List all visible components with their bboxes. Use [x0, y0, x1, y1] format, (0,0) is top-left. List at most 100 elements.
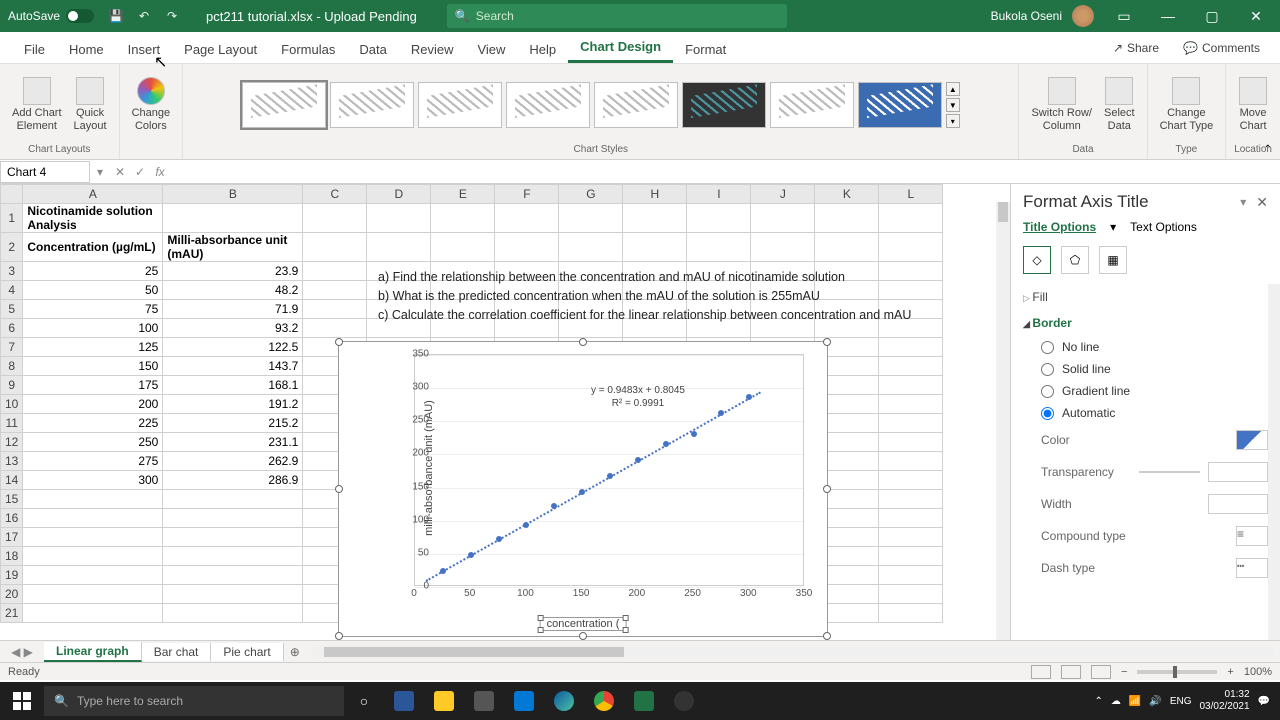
chart-style-3[interactable] — [418, 82, 502, 128]
undo-icon[interactable]: ↶ — [134, 6, 154, 26]
confirm-icon[interactable]: ✓ — [130, 165, 150, 179]
title-options-tab[interactable]: Title Options — [1023, 220, 1096, 234]
onedrive-icon[interactable]: ☁ — [1111, 696, 1121, 707]
maximize-button[interactable]: ▢ — [1192, 0, 1232, 32]
tab-data[interactable]: Data — [347, 36, 398, 63]
resize-handle-nw[interactable] — [335, 338, 343, 346]
chart-style-6[interactable] — [682, 82, 766, 128]
tab-home[interactable]: Home — [57, 36, 116, 63]
styles-scroll-up[interactable]: ▲ — [946, 82, 960, 96]
zoom-level[interactable]: 100% — [1244, 666, 1272, 678]
explorer-icon[interactable] — [424, 682, 464, 720]
close-button[interactable]: ✕ — [1236, 0, 1276, 32]
text-options-tab[interactable]: Text Options — [1130, 220, 1197, 234]
search-box[interactable]: 🔍 — [447, 4, 787, 28]
no-line-radio[interactable]: No line — [1023, 336, 1268, 358]
chart-style-4[interactable] — [506, 82, 590, 128]
sheet-tab-pie[interactable]: Pie chart — [211, 643, 283, 661]
dash-dropdown[interactable]: ┅ — [1236, 558, 1268, 578]
compound-type-row[interactable]: Compound type≡ — [1023, 520, 1268, 552]
name-box[interactable] — [0, 161, 90, 183]
edge-icon[interactable] — [544, 682, 584, 720]
tab-formulas[interactable]: Formulas — [269, 36, 347, 63]
xlabel-handle[interactable] — [622, 627, 628, 633]
cortana-icon[interactable]: ○ — [344, 682, 384, 720]
fx-icon[interactable]: fx — [150, 165, 170, 179]
tab-insert[interactable]: Insert — [116, 36, 173, 63]
xlabel-handle[interactable] — [622, 615, 628, 621]
filename[interactable]: pct211 tutorial.xlsx - Upload Pending — [206, 9, 417, 24]
taskbar-search[interactable]: 🔍Type here to search — [44, 686, 344, 716]
effects-icon[interactable]: ⬠ — [1061, 246, 1089, 274]
tray-chevron-icon[interactable]: ⌃ — [1095, 696, 1103, 707]
width-row[interactable]: Width — [1023, 488, 1268, 520]
x-axis-label[interactable]: concentration ( — [541, 618, 626, 630]
change-colors-button[interactable]: Change Colors — [128, 73, 175, 137]
tab-page-layout[interactable]: Page Layout — [172, 36, 269, 63]
color-picker[interactable] — [1236, 430, 1268, 450]
cancel-icon[interactable]: ✕ — [110, 165, 130, 179]
xlabel-handle[interactable] — [538, 627, 544, 633]
move-chart-button[interactable]: Move Chart — [1235, 73, 1271, 137]
transparency-row[interactable]: Transparency — [1023, 456, 1268, 488]
minimize-button[interactable]: ― — [1148, 0, 1188, 32]
resize-handle-e[interactable] — [823, 485, 831, 493]
xlabel-handle[interactable] — [538, 615, 544, 621]
sheet-tab-linear[interactable]: Linear graph — [44, 642, 142, 662]
tab-format[interactable]: Format — [673, 36, 738, 63]
resize-handle-sw[interactable] — [335, 632, 343, 640]
start-button[interactable] — [0, 682, 44, 720]
border-section[interactable]: Border — [1023, 310, 1268, 336]
width-input[interactable] — [1208, 494, 1268, 514]
autosave-toggle[interactable]: AutoSave — [0, 9, 102, 23]
excel-icon[interactable] — [624, 682, 664, 720]
zoom-in-button[interactable]: + — [1227, 666, 1233, 678]
tab-review[interactable]: Review — [399, 36, 466, 63]
store-icon[interactable] — [464, 682, 504, 720]
avatar[interactable] — [1072, 5, 1094, 27]
resize-handle-n[interactable] — [579, 338, 587, 346]
styles-scroll-down[interactable]: ▼ — [946, 98, 960, 112]
panel-scrollbar[interactable] — [1268, 284, 1280, 640]
chart-object[interactable]: milli-absorbance unit (mAU) y = 0.9483x … — [338, 341, 828, 637]
tab-view[interactable]: View — [465, 36, 517, 63]
chart-style-1[interactable] — [242, 82, 326, 128]
sheet-nav[interactable]: ◀ ▶ — [0, 645, 44, 659]
tab-file[interactable]: File — [12, 36, 57, 63]
chrome-icon[interactable] — [584, 682, 624, 720]
toggle-switch[interactable] — [66, 9, 94, 23]
tab-help[interactable]: Help — [517, 36, 568, 63]
comments-button[interactable]: 💬Comments — [1175, 37, 1268, 59]
mail-icon[interactable] — [504, 682, 544, 720]
compound-dropdown[interactable]: ≡ — [1236, 526, 1268, 546]
resize-handle-s[interactable] — [579, 632, 587, 640]
chevron-down-icon[interactable]: ▾ — [90, 165, 110, 179]
add-chart-element-button[interactable]: Add Chart Element — [8, 73, 66, 137]
gradient-line-radio[interactable]: Gradient line — [1023, 380, 1268, 402]
color-row[interactable]: Color — [1023, 424, 1268, 456]
ribbon-mode-icon[interactable]: ▭ — [1104, 0, 1144, 32]
switch-row-column-button[interactable]: Switch Row/ Column — [1027, 73, 1096, 137]
fill-section[interactable]: Fill — [1023, 284, 1268, 310]
page-break-view-button[interactable] — [1091, 665, 1111, 679]
worksheet[interactable]: ABCDEFGHIJKL1Nicotinamide solution Analy… — [0, 184, 1010, 640]
quick-layout-button[interactable]: Quick Layout — [70, 73, 111, 137]
add-sheet-button[interactable]: ⊕ — [284, 645, 306, 659]
solid-line-radio[interactable]: Solid line — [1023, 358, 1268, 380]
collapse-ribbon-button[interactable]: ⌃ — [1264, 144, 1272, 155]
chart-style-8[interactable] — [858, 82, 942, 128]
formula-input[interactable] — [170, 161, 1280, 183]
transparency-input[interactable] — [1208, 462, 1268, 482]
clock[interactable]: 01:32 03/02/2021 — [1199, 689, 1249, 713]
share-button[interactable]: ↗Share — [1105, 37, 1167, 59]
save-icon[interactable]: 💾 — [106, 6, 126, 26]
wifi-icon[interactable]: 📶 — [1129, 696, 1141, 707]
vertical-scrollbar[interactable] — [996, 202, 1010, 640]
chart-style-5[interactable] — [594, 82, 678, 128]
volume-icon[interactable]: 🔊 — [1149, 696, 1161, 707]
automatic-radio[interactable]: Automatic — [1023, 402, 1268, 424]
system-tray[interactable]: ⌃ ☁ 📶 🔊 ENG 01:32 03/02/2021 💬 — [1085, 689, 1280, 713]
change-chart-type-button[interactable]: Change Chart Type — [1156, 73, 1218, 137]
zoom-out-button[interactable]: − — [1121, 666, 1127, 678]
resize-handle-se[interactable] — [823, 632, 831, 640]
